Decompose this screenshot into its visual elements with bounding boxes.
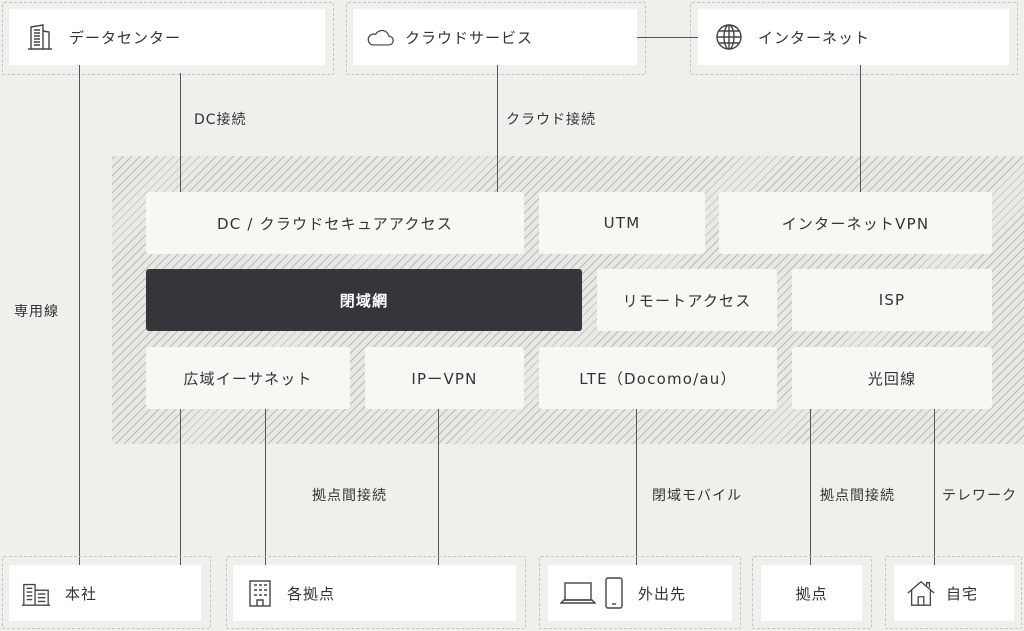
laptop-icon [560,579,596,607]
hq-label: 本社 [65,584,98,603]
home-card: 自宅 [894,565,1014,621]
internet-connector [860,65,861,192]
branches-label: 各拠点 [287,584,336,603]
fiber-box: 光回線 [792,347,992,409]
site-connection-label: 拠点間接続 [312,488,387,504]
dedicated-line [79,65,80,565]
cloud-connector [497,65,498,192]
hq-card: 本社 [9,565,201,621]
ethernet-hq-connector [180,409,181,565]
internet-card: インターネット [698,9,1009,65]
cloud-internet-connector [637,37,698,38]
ip-vpn-box: IPーVPN [365,347,524,409]
office-building-icon [21,578,51,608]
datacenter-label: データセンター [69,28,182,47]
internet-label: インターネット [758,28,871,47]
lte-box: LTE（Docomo/au） [539,347,777,409]
remote-label: 外出先 [638,584,687,603]
internet-vpn-box: インターネットVPN [719,192,992,254]
smartphone-icon [604,577,624,609]
cloud-icon [365,22,395,52]
dc-cloud-secure-access-box: DC / クラウドセキュアアクセス [146,192,524,254]
ethernet-branch-connector [265,409,266,565]
dedicated-line-label: 専用線 [14,304,59,320]
branches-card: 各拠点 [233,565,516,621]
isp-box: ISP [792,269,992,331]
dc-connection-label: DC接続 [194,112,247,128]
site-label: 拠点 [795,584,828,603]
closed-mobile-label: 閉域モバイル [652,488,742,504]
dc-connector [180,73,181,192]
site-card: 拠点 [761,565,862,621]
ipvpn-branch-connector [438,409,439,565]
fiber-site-connector [810,409,811,565]
site-connection-label-2: 拠点間接続 [820,488,895,504]
home-label: 自宅 [946,584,979,603]
globe-icon [714,22,744,52]
building-icon [245,578,275,608]
lte-remote-connector [636,409,637,565]
wide-ethernet-box: 広域イーサネット [146,347,350,409]
datacenter-card: データセンター [9,9,325,65]
utm-box: UTM [539,192,705,254]
cloud-label: クラウドサービス [405,28,534,47]
house-icon [906,578,936,608]
fiber-home-connector [934,409,935,565]
building-icon [25,22,55,52]
remote-card: 外出先 [548,565,732,621]
cloud-card: クラウドサービス [353,9,637,65]
cloud-connection-label: クラウド接続 [506,112,596,128]
telework-label: テレワーク [942,488,1017,504]
closed-network-box: 閉域網 [146,269,582,331]
remote-access-box: リモートアクセス [597,269,777,331]
